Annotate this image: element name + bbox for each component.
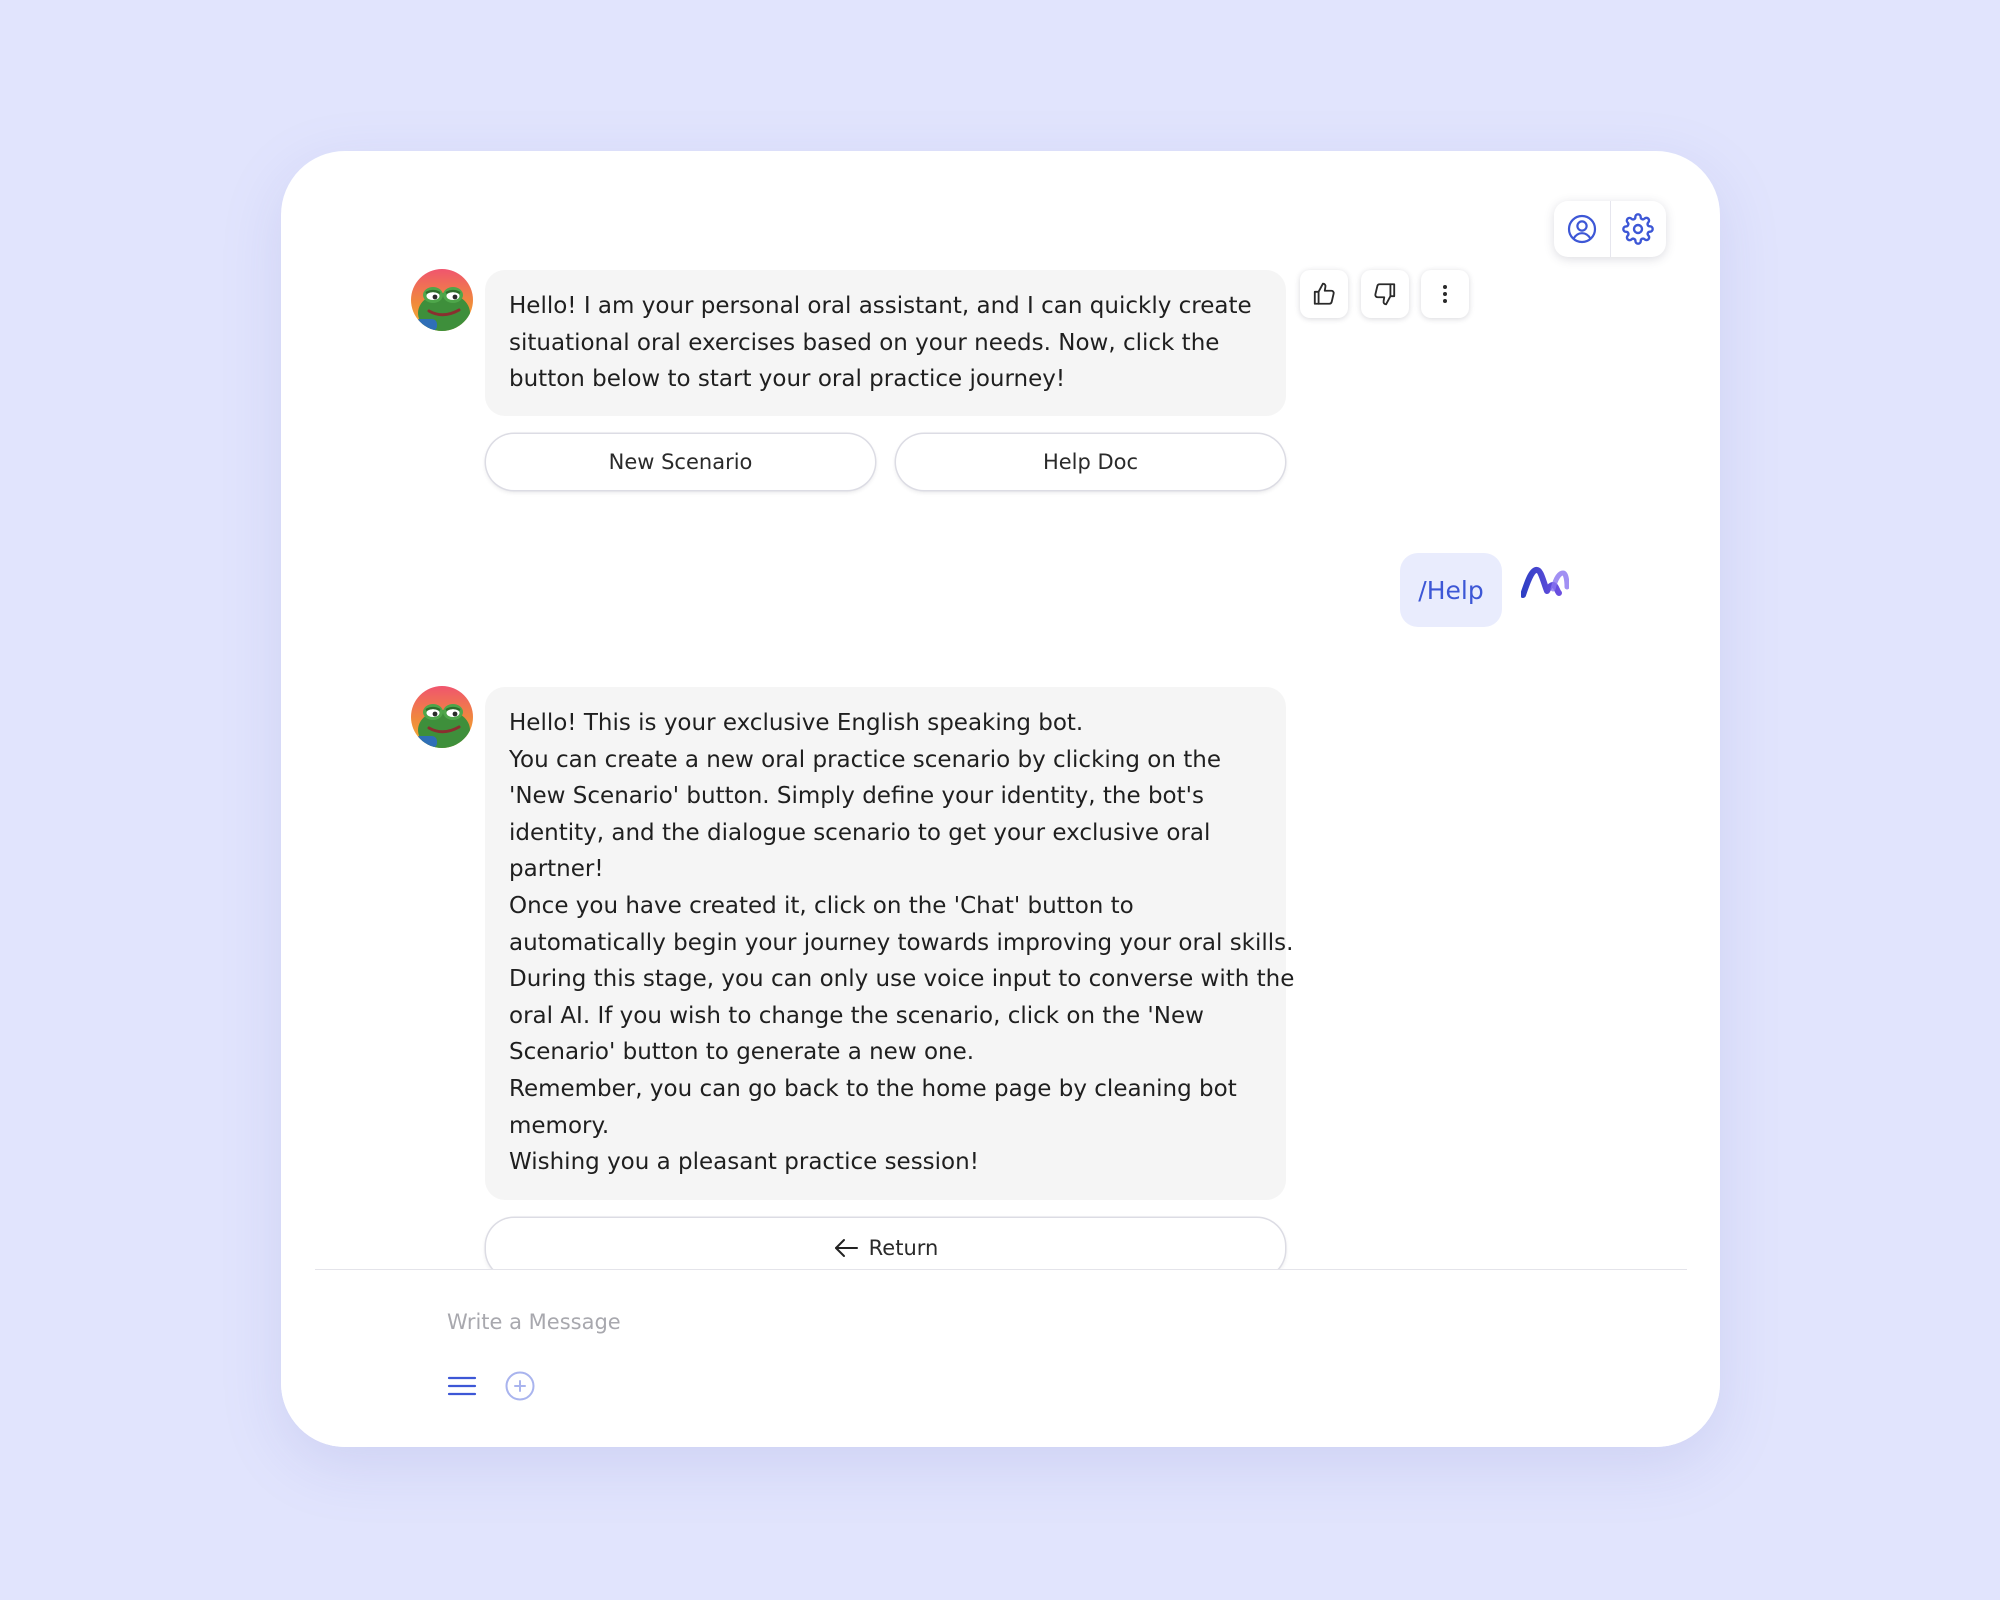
more-options-button[interactable]: [1421, 270, 1469, 318]
frog-avatar-icon: [411, 686, 473, 748]
message-line: You can create a new oral practice scena…: [509, 746, 1221, 773]
message-line: identity, and the dialogue scenario to g…: [509, 819, 1211, 846]
new-scenario-label: New Scenario: [608, 450, 753, 474]
chat-window: Hello! I am your personal oral assistant…: [281, 151, 1720, 1447]
help-doc-button[interactable]: Help Doc: [896, 434, 1285, 490]
message-line: 'New Scenario' button. Simply define you…: [509, 783, 1204, 810]
arrow-left-icon: [834, 1239, 858, 1257]
bot-message-bubble: Hello! This is your exclusive English sp…: [485, 687, 1295, 1200]
message-line: partner!: [509, 856, 604, 883]
menu-icon: [447, 1376, 477, 1396]
message-line: Hello! I am your personal oral assistant…: [509, 293, 1252, 319]
bot-avatar: [411, 269, 473, 331]
bot-avatar: [411, 686, 473, 748]
return-label: Return: [868, 1236, 939, 1260]
header-actions: [1554, 201, 1666, 257]
settings-button[interactable]: [1609, 201, 1667, 257]
message-line: Remember, you can go back to the home pa…: [509, 1075, 1237, 1102]
composer-divider: [315, 1269, 1687, 1270]
gear-icon: [1622, 213, 1655, 245]
frog-avatar-icon: [411, 269, 473, 331]
add-circle-icon: [505, 1371, 535, 1401]
user-message-bubble: /Help: [1400, 553, 1502, 627]
user-circle-icon: [1567, 214, 1596, 244]
message-line: Hello! This is your exclusive English sp…: [509, 710, 1084, 736]
message-line: Scenario' button to generate a new one.: [509, 1039, 975, 1066]
add-button[interactable]: [504, 1370, 536, 1402]
new-scenario-button[interactable]: New Scenario: [486, 434, 875, 490]
message-line: memory.: [509, 1112, 610, 1139]
profile-button[interactable]: [1554, 201, 1610, 257]
composer-area: [281, 1269, 1720, 1447]
message-line: automatically begin your journey towards…: [509, 929, 1294, 956]
message-line: oral AI. If you wish to change the scena…: [509, 1002, 1204, 1029]
message-input[interactable]: [447, 1305, 1447, 1339]
thumbs-down-icon: [1374, 283, 1396, 306]
user-message-text: /Help: [1418, 575, 1484, 605]
message-line: Once you have created it, click on the '…: [509, 892, 1134, 919]
message-line: button below to start your oral practice…: [509, 366, 1066, 393]
message-line: situational oral exercises based on your…: [509, 329, 1220, 356]
menu-button[interactable]: [447, 1371, 477, 1401]
help-doc-label: Help Doc: [1042, 450, 1139, 474]
thumbs-up-icon: [1313, 282, 1335, 305]
bot-message-bubble: Hello! I am your personal oral assistant…: [485, 270, 1286, 416]
thumbs-up-button[interactable]: [1300, 270, 1348, 318]
message-line: During this stage, you can only use voic…: [509, 966, 1295, 993]
message-line: Wishing you a pleasant practice session!: [509, 1149, 979, 1176]
more-vertical-icon: [1443, 285, 1447, 303]
thumbs-down-button[interactable]: [1361, 270, 1409, 318]
brand-logo-icon: [1521, 567, 1569, 598]
